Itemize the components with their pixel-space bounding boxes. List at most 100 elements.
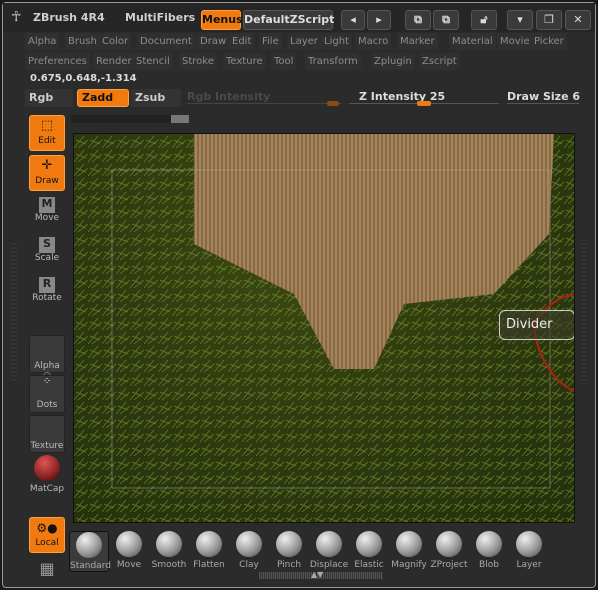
menu-movie[interactable]: Movie <box>497 33 533 50</box>
brush-label: Flatten <box>193 560 225 570</box>
rotate-button[interactable]: R Rotate <box>29 277 65 303</box>
brush-blob[interactable]: Blob <box>469 531 509 570</box>
brush-elastic[interactable]: Elastic <box>349 531 389 570</box>
zbrush-logo-icon: ☥ <box>11 9 22 25</box>
rgb-intensity-slider[interactable] <box>187 101 342 106</box>
local-label: Local <box>35 538 59 548</box>
menu-texture[interactable]: Texture <box>223 53 266 70</box>
brush-label: Magnify <box>391 560 427 570</box>
menu-picker[interactable]: Picker <box>531 33 567 50</box>
brush-label: ZProject <box>430 560 468 570</box>
rgb-button[interactable]: Rgb <box>25 89 73 107</box>
menu-draw[interactable]: Draw <box>197 33 230 50</box>
layer-brush-icon <box>516 531 542 557</box>
menu-color[interactable]: Color <box>99 33 132 50</box>
brush-flatten[interactable]: Flatten <box>189 531 229 570</box>
edit-button[interactable]: ⬚ Edit <box>29 115 65 151</box>
draw-icon: ✛ <box>41 158 53 173</box>
brush-layer[interactable]: Layer <box>509 531 549 570</box>
menu-light[interactable]: Light <box>321 33 352 50</box>
alpha-label: Alpha <box>34 361 60 371</box>
brush-label: Smooth <box>151 560 187 570</box>
draw-size-slider[interactable] <box>507 103 579 104</box>
brush-label: Clay <box>239 560 259 570</box>
menu-transform[interactable]: Transform <box>305 53 361 70</box>
flatten-brush-icon <box>196 531 222 557</box>
left-tray-handle[interactable] <box>11 243 17 383</box>
z-intensity-slider[interactable] <box>349 101 499 106</box>
lock-icon[interactable]: 🔓︎ <box>471 10 497 30</box>
smooth-brush-icon <box>156 531 182 557</box>
brush-move[interactable]: Move <box>109 531 149 570</box>
elastic-brush-icon <box>356 531 382 557</box>
scale-button[interactable]: S Scale <box>29 237 65 263</box>
layout-next-icon[interactable]: ⧉ <box>433 10 459 30</box>
menu-brush[interactable]: Brush <box>65 33 100 50</box>
brush-displace[interactable]: Displace <box>309 531 349 570</box>
rotate-label: Rotate <box>32 293 62 303</box>
title-bar: ☥ ZBrush 4R4 MultiFibers Menus DefaultZS… <box>3 3 595 32</box>
texture-button[interactable]: Texture <box>29 415 65 453</box>
expand-collapse-icon[interactable]: ▲▼ <box>311 570 323 579</box>
draw-label: Draw <box>35 176 59 186</box>
brush-label: Displace <box>309 560 349 570</box>
minimize-icon[interactable]: ▾ <box>507 10 533 30</box>
brush-magnify[interactable]: Magnify <box>389 531 429 570</box>
default-zscript-button[interactable]: DefaultZScript <box>243 10 334 30</box>
local-button[interactable]: ⚙● Local <box>29 517 65 553</box>
layout-prev-icon[interactable]: ⧉ <box>405 10 431 30</box>
brush-smooth[interactable]: Smooth <box>149 531 189 570</box>
zsub-button[interactable]: Zsub <box>131 89 181 107</box>
brush-zproject[interactable]: ZProject <box>429 531 469 570</box>
menu-tool[interactable]: Tool <box>271 53 297 70</box>
brush-label: Standard <box>70 561 111 571</box>
menu-zscript[interactable]: Zscript <box>419 53 460 70</box>
draw-button[interactable]: ✛ Draw <box>29 155 65 191</box>
brush-label: Layer <box>516 560 542 570</box>
menu-marker[interactable]: Marker <box>397 33 438 50</box>
menu-alpha[interactable]: Alpha <box>25 33 60 50</box>
brush-pinch[interactable]: Pinch <box>269 531 309 570</box>
move-button[interactable]: M Move <box>29 197 65 223</box>
menu-preferences[interactable]: Preferences <box>25 53 90 70</box>
restore-icon[interactable]: ❐ <box>536 10 562 30</box>
zadd-button[interactable]: Zadd <box>77 89 129 107</box>
menu-material[interactable]: Material <box>449 33 496 50</box>
grid-icon[interactable]: ▦ <box>29 559 65 578</box>
alpha-button[interactable]: Alpha ○ <box>29 335 65 381</box>
close-icon[interactable]: ✕ <box>565 10 591 30</box>
stroke-dots-button[interactable]: ⁘ Dots <box>29 375 65 413</box>
menu-stencil[interactable]: Stencil <box>133 53 173 70</box>
menu-edit[interactable]: Edit <box>229 33 255 50</box>
local-icon: ⚙● <box>36 521 58 535</box>
draw-size-label: Draw Size 6 <box>507 90 581 103</box>
menu-macro[interactable]: Macro <box>355 33 392 50</box>
document-title: MultiFibers <box>125 11 196 24</box>
document-canvas[interactable]: Divider <box>73 133 575 523</box>
menu-file[interactable]: File <box>259 33 282 50</box>
z-intensity-label: Z Intensity 25 <box>359 90 446 103</box>
magnify-brush-icon <box>396 531 422 557</box>
scroll-left-icon[interactable]: ◂ <box>341 10 365 30</box>
pinch-brush-icon <box>276 531 302 557</box>
dots-icon: ⁘ <box>42 376 52 387</box>
menus-button[interactable]: Menus <box>201 10 243 30</box>
rgb-intensity-label: Rgb Intensity <box>187 90 271 103</box>
brush-standard[interactable]: Standard <box>69 531 111 572</box>
matcap-button[interactable]: MatCap <box>29 455 65 494</box>
menu-layer[interactable]: Layer <box>287 33 321 50</box>
coordinates-readout: 0.675,0.648,-1.314 <box>30 73 137 84</box>
edit-icon: ⬚ <box>40 118 54 133</box>
menu-render[interactable]: Render <box>93 53 135 70</box>
zproject-brush-icon <box>436 531 462 557</box>
menu-stroke[interactable]: Stroke <box>179 53 217 70</box>
brush-clay[interactable]: Clay <box>229 531 269 570</box>
menu-zplugin[interactable]: Zplugin <box>371 53 415 70</box>
divider-tooltip: Divider <box>499 310 574 340</box>
progress-bar <box>71 115 189 123</box>
app-title: ZBrush 4R4 <box>33 11 105 24</box>
right-tray-handle[interactable] <box>581 243 587 383</box>
menu-document[interactable]: Document <box>137 33 195 50</box>
edit-label: Edit <box>38 136 56 146</box>
scroll-right-icon[interactable]: ▸ <box>367 10 391 30</box>
